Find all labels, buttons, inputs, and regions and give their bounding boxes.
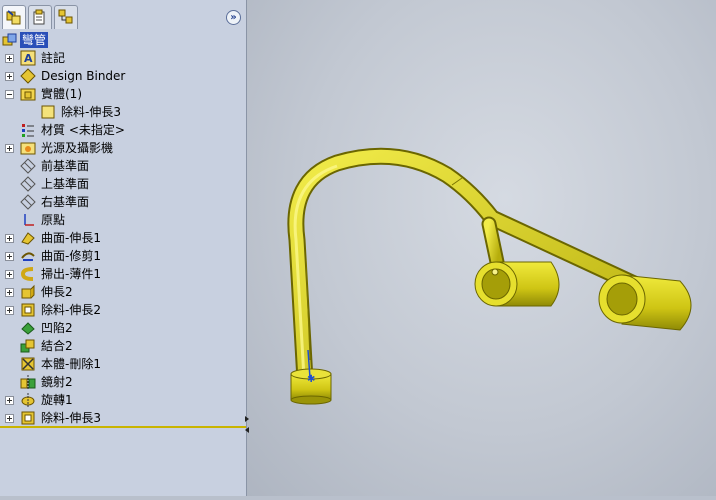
feature-tree-icon <box>6 10 21 25</box>
tree-item-label: 除料-伸長2 <box>41 303 101 317</box>
tree-item[interactable]: 右基準面 <box>0 193 246 211</box>
feature-manager-panel: » 彎管 A 註記 Design Binder 實體(1) 除料-伸長3 材質 <未指定> 光… <box>0 0 247 496</box>
panel-splitter-handle[interactable] <box>244 414 250 436</box>
cut-extrude-icon <box>20 302 36 318</box>
tree-item-label: Design Binder <box>41 69 126 83</box>
tree-item[interactable]: 彎管 <box>0 31 246 49</box>
tree-item[interactable]: 實體(1) <box>0 85 246 103</box>
tree-item[interactable]: 除料-伸長2 <box>0 301 246 319</box>
graphics-viewport[interactable]: ✱ <box>247 0 716 496</box>
tree-item[interactable]: 鏡射2 <box>0 373 246 391</box>
tree-item[interactable]: 材質 <未指定> <box>0 121 246 139</box>
tree-item-label: 右基準面 <box>41 195 90 209</box>
origin-icon <box>20 212 36 228</box>
expand-plus-icon[interactable] <box>5 288 14 297</box>
expand-plus-icon[interactable] <box>5 234 14 243</box>
tree-item-label: 材質 <未指定> <box>41 123 125 137</box>
tree-item[interactable]: A 註記 <box>0 49 246 67</box>
combine-icon <box>20 338 36 354</box>
tree-item[interactable]: 凹陷2 <box>0 319 246 337</box>
tree-item-label: 結合2 <box>41 339 73 353</box>
cut-extrude-icon <box>20 410 36 426</box>
tree-item[interactable]: 伸長2 <box>0 283 246 301</box>
tree-item[interactable]: 本體-刪除1 <box>0 355 246 373</box>
rollback-bar[interactable] <box>0 426 246 428</box>
surface-extrude-icon <box>20 230 36 246</box>
tree-item-label: 上基準面 <box>41 177 90 191</box>
expand-plus-icon[interactable] <box>5 54 14 63</box>
surface-trim-icon <box>20 248 36 264</box>
tree-item-label: 前基準面 <box>41 159 90 173</box>
mirror-icon <box>20 374 36 390</box>
configuration-manager-icon <box>58 9 73 24</box>
expand-plus-icon[interactable] <box>5 144 14 153</box>
feature-tree-tab[interactable] <box>2 5 26 29</box>
tree-item-label: 除料-伸長3 <box>41 411 101 425</box>
tree-item[interactable]: 結合2 <box>0 337 246 355</box>
tree-item[interactable]: 前基準面 <box>0 157 246 175</box>
expand-plus-icon[interactable] <box>5 414 14 423</box>
plane-icon <box>20 176 36 192</box>
tree-item[interactable]: Design Binder <box>0 67 246 85</box>
plane-icon <box>20 194 36 210</box>
tree-item-label: 鏡射2 <box>41 375 73 389</box>
tree-item-label: 伸長2 <box>41 285 73 299</box>
tree-item-label: 曲面-伸長1 <box>41 231 101 245</box>
tree-item[interactable]: 原點 <box>0 211 246 229</box>
plane-icon <box>20 158 36 174</box>
property-manager-tab[interactable] <box>28 5 52 29</box>
tree-item-label: 彎管 <box>20 32 49 48</box>
svg-text:A: A <box>24 52 33 65</box>
delete-body-icon <box>20 356 36 372</box>
expand-plus-icon[interactable] <box>5 396 14 405</box>
lights-cameras-icon <box>20 140 36 156</box>
bent-tube-model[interactable]: ✱ <box>247 0 716 496</box>
tree-item[interactable]: 上基準面 <box>0 175 246 193</box>
tree-item[interactable]: 曲面-伸長1 <box>0 229 246 247</box>
tree-item-label: 旋轉1 <box>41 393 73 407</box>
tree-item[interactable]: 除料-伸長3 <box>0 409 246 427</box>
tree-item[interactable]: 曲面-修剪1 <box>0 247 246 265</box>
tree-item[interactable]: 旋轉1 <box>0 391 246 409</box>
tree-item-label: 凹陷2 <box>41 321 73 335</box>
panel-tabs: » <box>0 0 246 31</box>
collapse-minus-icon[interactable] <box>5 90 14 99</box>
solid-bodies-folder-icon <box>20 86 36 102</box>
expand-plus-icon[interactable] <box>5 252 14 261</box>
design-binder-icon <box>20 68 36 84</box>
indent-icon <box>20 320 36 336</box>
tree-item[interactable]: 除料-伸長3 <box>0 103 246 121</box>
tree-item[interactable]: 光源及攝影機 <box>0 139 246 157</box>
expand-plus-icon[interactable] <box>5 270 14 279</box>
tree-item-label: 光源及攝影機 <box>41 141 114 155</box>
expand-plus-icon[interactable] <box>5 72 14 81</box>
svg-text:✱: ✱ <box>307 374 315 385</box>
expand-plus-icon[interactable] <box>5 306 14 315</box>
tree-item-label: 除料-伸長3 <box>61 105 121 119</box>
tree-item-label: 掃出-薄件1 <box>41 267 101 281</box>
configuration-manager-tab[interactable] <box>54 5 78 29</box>
sweep-thin-icon <box>20 266 36 282</box>
property-manager-icon <box>33 9 45 25</box>
tree-item-label: 實體(1) <box>41 87 82 101</box>
annotations-icon: A <box>20 50 36 66</box>
material-icon <box>20 122 36 138</box>
tree-item-label: 本體-刪除1 <box>41 357 101 371</box>
tree-item[interactable]: 掃出-薄件1 <box>0 265 246 283</box>
tree-item-label: 註記 <box>41 51 66 65</box>
boss-extrude-icon <box>20 284 36 300</box>
revolve-icon <box>20 392 36 408</box>
part-icon <box>2 32 18 48</box>
tree-item-label: 原點 <box>41 213 66 227</box>
tree-item-label: 曲面-修剪1 <box>41 249 101 263</box>
solid-body-icon <box>40 104 56 120</box>
expand-panel-button[interactable]: » <box>226 10 241 25</box>
